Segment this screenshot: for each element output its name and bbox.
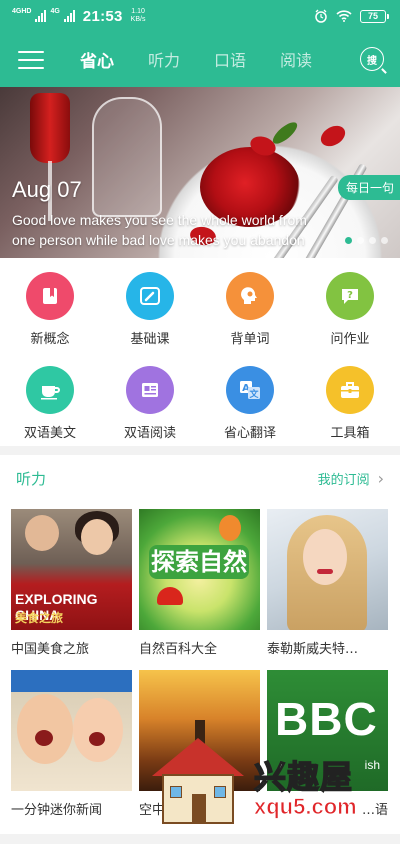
listening-card[interactable]: 一分钟迷你新闻 xyxy=(11,670,132,818)
cup-icon xyxy=(26,366,74,414)
feature-label: 双语阅读 xyxy=(123,426,176,441)
head-brain-icon xyxy=(226,272,274,320)
feature-toolbox[interactable]: 工具箱 xyxy=(300,366,400,441)
network-speed: 1.10 KB/s xyxy=(131,8,146,24)
petal-graphic xyxy=(317,121,349,151)
cover-figure xyxy=(35,730,53,746)
cover-image: EXPLORING CHINA 美食之旅 xyxy=(11,509,132,630)
cover-text: BBC xyxy=(275,693,378,745)
banner-quote: Good love makes you see the whole world … xyxy=(12,210,357,250)
listening-section-header: 听力 我的订阅 › xyxy=(0,455,400,501)
quote-line-2: one person while bad love makes you aban… xyxy=(12,232,305,248)
top-nav: 省心 听力 口语 阅读 搜 xyxy=(0,32,400,87)
carousel-dot[interactable] xyxy=(381,237,388,244)
brush-icon xyxy=(126,272,174,320)
cover-figure xyxy=(89,732,105,746)
cover-text: 美食之旅 xyxy=(15,611,64,625)
feature-label: 基础课 xyxy=(130,332,170,347)
alarm-icon xyxy=(315,9,327,23)
wifi-icon xyxy=(336,10,352,22)
signal2-label: 4G xyxy=(50,7,60,15)
hamburger-menu-icon[interactable] xyxy=(18,50,44,69)
listening-card[interactable]: 泰勒斯威夫特… xyxy=(267,509,388,657)
carousel-dot[interactable] xyxy=(345,237,352,244)
signal-icon xyxy=(63,10,75,22)
svg-text:?: ? xyxy=(347,290,353,301)
feature-basic-course[interactable]: 基础课 xyxy=(100,272,200,347)
feature-new-concept[interactable]: 新概念 xyxy=(0,272,100,347)
feature-label: 背单词 xyxy=(230,332,270,347)
question-bubble-icon: ? xyxy=(326,272,374,320)
newspaper-icon xyxy=(126,366,174,414)
speed-unit: KB/s xyxy=(130,16,146,23)
cover-image xyxy=(267,509,388,630)
feature-label: 工具箱 xyxy=(330,426,370,441)
quote-line-1: Good love makes you see the whole world … xyxy=(12,212,307,228)
section-title: 听力 xyxy=(16,469,47,488)
cover-figure xyxy=(81,519,113,555)
clock: 21:53 xyxy=(82,7,123,25)
chevron-right-icon[interactable]: › xyxy=(378,469,384,488)
glass-graphic xyxy=(92,97,162,217)
feature-homework[interactable]: ? 问作业 xyxy=(300,272,400,347)
feature-label: 问作业 xyxy=(330,332,370,347)
daily-sentence-banner[interactable]: Aug 07 Good love makes you see the whole… xyxy=(0,87,400,258)
cover-figure xyxy=(73,698,123,762)
card-title: 泰勒斯威夫特… xyxy=(267,642,359,657)
feature-label: 新概念 xyxy=(30,332,70,347)
card-title: 一分钟迷你新闻 xyxy=(11,803,103,818)
wine-glass-graphic xyxy=(30,93,70,163)
cover-figure xyxy=(157,587,183,605)
tab-shengxin[interactable]: 省心 xyxy=(80,47,114,72)
cover-figure xyxy=(303,529,347,585)
cover-text: 探索自然 xyxy=(149,545,249,579)
svg-text:文: 文 xyxy=(248,388,259,400)
feature-translate[interactable]: A文 省心翻译 xyxy=(200,366,300,441)
cover-image: 探索自然 xyxy=(139,509,260,630)
feature-bilingual-essays[interactable]: 双语美文 xyxy=(0,366,100,441)
banner-date: Aug 07 xyxy=(12,177,82,202)
card-title: 中国美食之旅 xyxy=(11,642,90,657)
cover-text: ish xyxy=(364,758,380,772)
search-icon[interactable]: 搜 xyxy=(360,47,384,71)
bottom-strip xyxy=(0,834,400,844)
card-title: 自然百科大全 xyxy=(139,642,218,657)
feature-bilingual-reading[interactable]: 双语阅读 xyxy=(100,366,200,441)
cover-figure xyxy=(17,694,73,764)
cover-figure xyxy=(219,515,241,541)
bookmark-icon xyxy=(26,272,74,320)
watermark-text: 兴趣屋 xyxy=(253,757,354,797)
listening-card[interactable]: EXPLORING CHINA 美食之旅 中国美食之旅 xyxy=(11,509,132,657)
section-divider xyxy=(0,446,400,455)
cover-figure xyxy=(25,515,59,551)
signal1-label: 4GHD xyxy=(12,7,32,15)
tab-reading[interactable]: 阅读 xyxy=(280,47,312,72)
watermark-house-icon xyxy=(152,738,244,828)
carousel-dot[interactable] xyxy=(369,237,376,244)
cover-figure xyxy=(317,569,333,574)
toolbox-icon xyxy=(326,366,374,414)
feature-grid: 新概念 基础课 背单词 ? 问作业 双语美文 双语阅读 A文 省心翻译 工具箱 xyxy=(0,258,400,446)
tab-listening[interactable]: 听力 xyxy=(148,47,180,72)
speed-value: 1.10 xyxy=(131,8,145,15)
battery-icon: 75 xyxy=(360,9,389,23)
tab-speaking[interactable]: 口语 xyxy=(214,47,246,72)
feature-label: 省心翻译 xyxy=(223,426,276,441)
carousel-indicator xyxy=(345,237,388,244)
cover-image xyxy=(11,670,132,791)
my-subscriptions-link[interactable]: 我的订阅 xyxy=(318,469,370,488)
status-bar: 4GHD 4G 21:53 1.10 KB/s 75 xyxy=(0,0,400,32)
carousel-dot[interactable] xyxy=(357,237,364,244)
watermark-url: xqu5.com xyxy=(254,794,358,820)
translate-icon: A文 xyxy=(226,366,274,414)
feature-label: 双语美文 xyxy=(23,426,76,441)
listening-card[interactable]: 探索自然 自然百科大全 xyxy=(139,509,260,657)
feature-vocabulary[interactable]: 背单词 xyxy=(200,272,300,347)
daily-sentence-badge[interactable]: 每日一句 xyxy=(337,175,400,200)
tab-bar: 省心 听力 口语 阅读 xyxy=(80,47,312,72)
signal-icon xyxy=(35,10,47,22)
